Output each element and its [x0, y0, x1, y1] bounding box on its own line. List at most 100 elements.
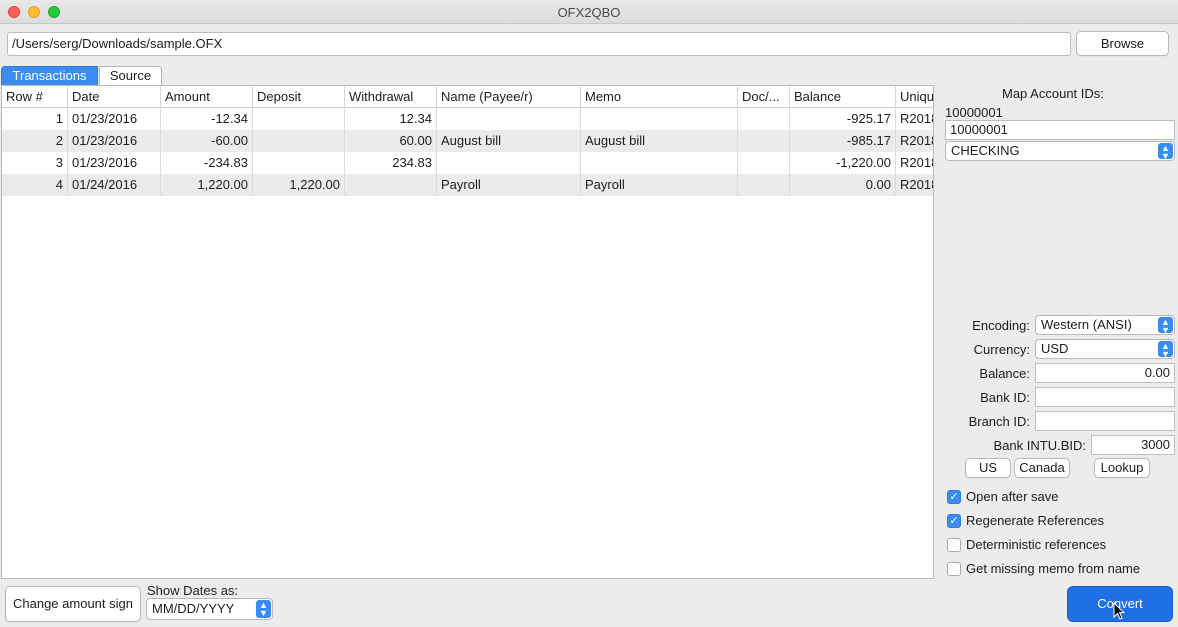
- cell-date: 01/23/2016: [68, 130, 161, 152]
- checkmark-icon[interactable]: ✓: [947, 514, 961, 528]
- cell-row: 3: [2, 152, 68, 174]
- cell-amount: -234.83: [161, 152, 253, 174]
- select-arrows-icon: ▲ ▼: [1158, 143, 1173, 161]
- us-button[interactable]: US: [965, 458, 1011, 478]
- map-account-ids-label: Map Account IDs:: [1002, 86, 1104, 101]
- cell-unique: R2018: [900, 133, 933, 148]
- cell-name: Payroll: [437, 174, 581, 196]
- currency-select[interactable]: USD ▲ ▼: [1035, 339, 1175, 359]
- cell-name: August bill: [437, 130, 581, 152]
- cell-memo: [581, 108, 738, 130]
- cell-withdrawal: [345, 174, 437, 196]
- account-type-value: CHECKING: [951, 143, 1020, 158]
- cell-balance: -985.17: [790, 130, 896, 152]
- cell-amount: 1,220.00: [161, 174, 253, 196]
- mouse-pointer-icon: [1113, 602, 1125, 620]
- cell-row: 2: [2, 130, 68, 152]
- cell-row: 1: [2, 108, 68, 130]
- column-header-doc[interactable]: Doc/...: [738, 86, 790, 108]
- column-header-date[interactable]: Date: [68, 86, 161, 108]
- checkbox-empty[interactable]: [947, 538, 961, 552]
- select-arrows-icon: ▲ ▼: [1158, 341, 1173, 359]
- table-header: Row # Date Amount Deposit Withdrawal Nam…: [2, 86, 933, 108]
- intu-bid-label: Bank INTU.BID:: [993, 438, 1086, 453]
- table-row[interactable]: 1 01/23/2016 -12.34 12.34 -925.17 R2018: [2, 108, 933, 130]
- column-header-amount[interactable]: Amount: [161, 86, 253, 108]
- date-format-select[interactable]: MM/DD/YYYY ▲ ▼: [146, 598, 273, 620]
- select-arrows-icon: ▲ ▼: [1158, 317, 1173, 335]
- cell-balance: 0.00: [790, 174, 896, 196]
- file-path-input[interactable]: /Users/serg/Downloads/sample.OFX: [7, 32, 1071, 56]
- cell-memo: August bill: [581, 130, 738, 152]
- balance-input[interactable]: 0.00: [1035, 363, 1175, 383]
- lookup-button[interactable]: Lookup: [1094, 458, 1150, 478]
- column-header-unique[interactable]: Uniqu: [896, 86, 933, 108]
- cell-doc: [738, 130, 790, 152]
- target-account-id-input[interactable]: 10000001: [945, 120, 1175, 140]
- title-bar: OFX2QBO: [0, 0, 1178, 24]
- option-label: Regenerate References: [966, 513, 1105, 528]
- cell-date: 01/23/2016: [68, 108, 161, 130]
- cell-doc: [738, 108, 790, 130]
- checkbox-empty[interactable]: [947, 562, 961, 576]
- cell-row: 4: [2, 174, 68, 196]
- bank-id-label: Bank ID:: [980, 390, 1030, 405]
- option-label: Get missing memo from name: [966, 561, 1141, 576]
- browse-button[interactable]: Browse: [1076, 31, 1169, 56]
- cell-balance: -925.17: [790, 108, 896, 130]
- cell-withdrawal: 60.00: [345, 130, 437, 152]
- option-label: Deterministic references: [966, 537, 1107, 552]
- cell-deposit: [253, 130, 345, 152]
- cell-name: [437, 108, 581, 130]
- table-row[interactable]: 2 01/23/2016 -60.00 60.00 August bill Au…: [2, 130, 933, 152]
- encoding-label: Encoding:: [972, 318, 1030, 333]
- cell-deposit: 1,220.00: [253, 174, 345, 196]
- encoding-value: Western (ANSI): [1041, 317, 1132, 332]
- column-header-memo[interactable]: Memo: [581, 86, 738, 108]
- cell-withdrawal: 12.34: [345, 108, 437, 130]
- window-title: OFX2QBO: [557, 5, 621, 20]
- cell-doc: [738, 152, 790, 174]
- currency-value: USD: [1041, 341, 1069, 356]
- transactions-table[interactable]: Row # Date Amount Deposit Withdrawal Nam…: [1, 85, 934, 579]
- cell-unique: R2018: [900, 155, 933, 170]
- bank-id-input[interactable]: [1035, 387, 1175, 407]
- tab-source[interactable]: Source: [99, 66, 162, 85]
- branch-id-input[interactable]: [1035, 411, 1175, 431]
- show-dates-label: Show Dates as:: [147, 583, 239, 598]
- cell-withdrawal: 234.83: [345, 152, 437, 174]
- date-format-value: MM/DD/YYYY: [152, 601, 235, 616]
- cell-memo: [581, 152, 738, 174]
- cell-amount: -12.34: [161, 108, 253, 130]
- canada-button[interactable]: Canada: [1014, 458, 1070, 478]
- currency-label: Currency:: [973, 342, 1030, 357]
- cell-doc: [738, 174, 790, 196]
- table-row[interactable]: 3 01/23/2016 -234.83 234.83 -1,220.00 R2…: [2, 152, 933, 174]
- column-header-balance[interactable]: Balance: [790, 86, 896, 108]
- column-header-withdrawal[interactable]: Withdrawal: [345, 86, 437, 108]
- intu-bid-input[interactable]: 3000: [1091, 435, 1175, 455]
- column-header-row[interactable]: Row #: [2, 86, 68, 108]
- cell-unique: R2018: [900, 111, 933, 126]
- option-label: Open after save: [966, 489, 1059, 504]
- source-account-id: 10000001: [945, 105, 1003, 120]
- cell-deposit: [253, 108, 345, 130]
- encoding-select[interactable]: Western (ANSI) ▲ ▼: [1035, 315, 1175, 335]
- cell-amount: -60.00: [161, 130, 253, 152]
- tab-transactions[interactable]: Transactions: [1, 66, 98, 85]
- column-header-deposit[interactable]: Deposit: [253, 86, 345, 108]
- cell-unique: R2018: [900, 177, 933, 192]
- cell-memo: Payroll: [581, 174, 738, 196]
- checkmark-icon[interactable]: ✓: [947, 490, 961, 504]
- cell-date: 01/23/2016: [68, 152, 161, 174]
- cell-deposit: [253, 152, 345, 174]
- table-row[interactable]: 4 01/24/2016 1,220.00 1,220.00 Payroll P…: [2, 174, 933, 196]
- change-amount-sign-button[interactable]: Change amount sign: [5, 586, 141, 622]
- cell-name: [437, 152, 581, 174]
- cell-balance: -1,220.00: [790, 152, 896, 174]
- cell-date: 01/24/2016: [68, 174, 161, 196]
- column-header-name[interactable]: Name (Payee/r): [437, 86, 581, 108]
- select-arrows-icon: ▲ ▼: [256, 600, 271, 618]
- branch-id-label: Branch ID:: [968, 414, 1030, 429]
- account-type-select[interactable]: CHECKING ▲ ▼: [945, 141, 1175, 161]
